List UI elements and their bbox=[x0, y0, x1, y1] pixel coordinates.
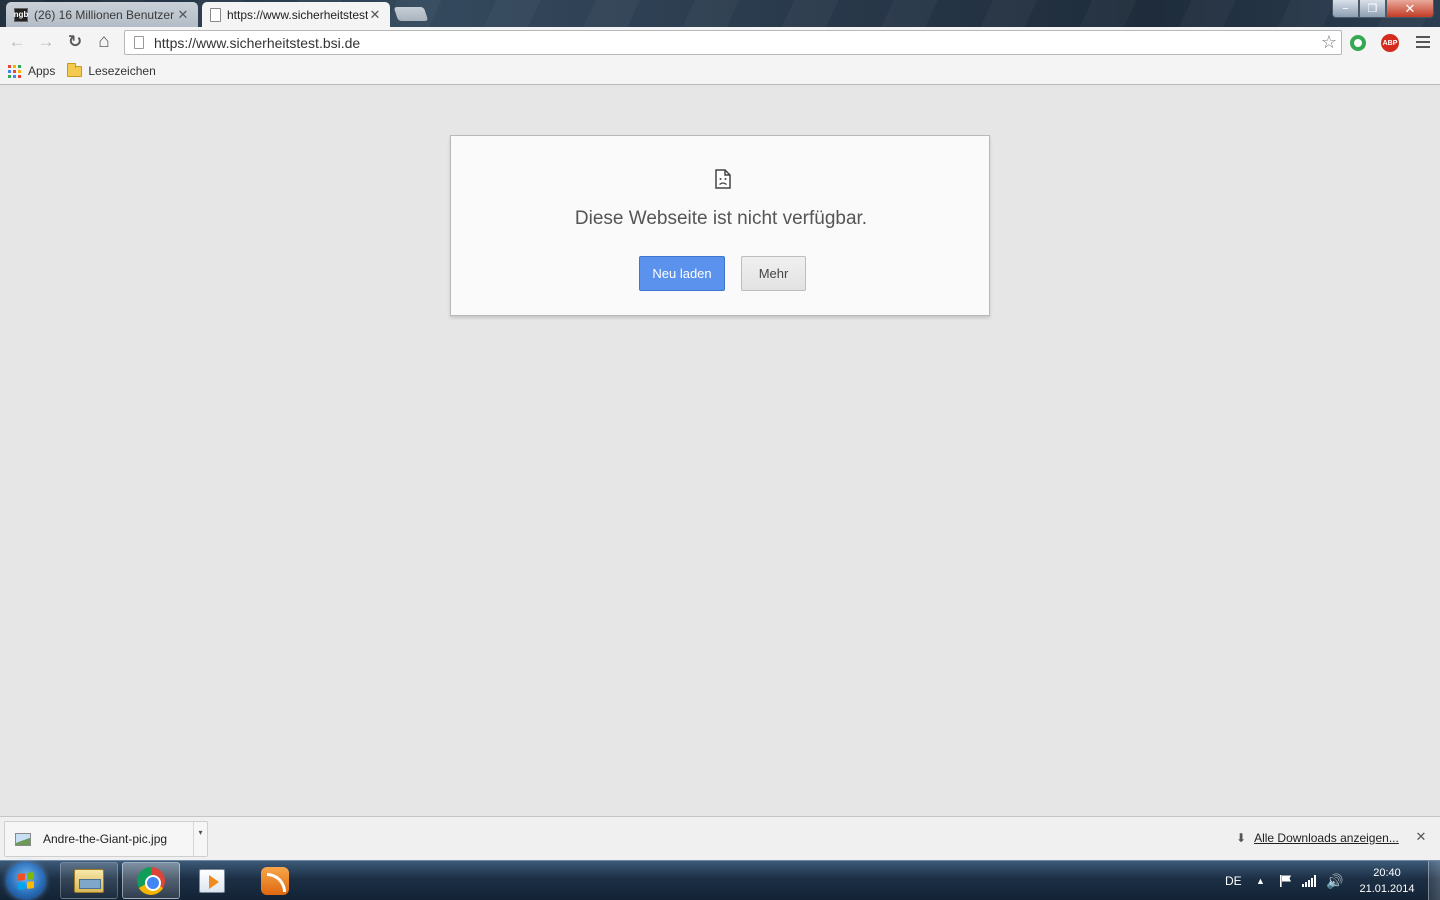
address-bar[interactable]: https://www.sicherheitstest.bsi.de ☆ bbox=[124, 30, 1342, 55]
minimize-button[interactable]: − bbox=[1332, 0, 1359, 18]
tab-ngb[interactable]: ngb (26) 16 Millionen Benutzer ✕ bbox=[6, 2, 198, 27]
back-button[interactable]: ← bbox=[6, 31, 28, 53]
bookmarks-bar: Apps Lesezeichen bbox=[0, 58, 1440, 85]
chrome-icon bbox=[137, 866, 165, 895]
bookmark-label: Apps bbox=[28, 64, 56, 78]
download-dropdown-icon[interactable]: ▾ bbox=[193, 822, 207, 856]
taskbar-rss-reader[interactable] bbox=[246, 862, 304, 899]
explorer-icon bbox=[74, 868, 104, 893]
bookmark-label: Lesezeichen bbox=[88, 64, 156, 78]
green-ring-extension-icon[interactable] bbox=[1350, 35, 1366, 51]
tab-title: https://www.sicherheitstest.bsi.de bbox=[227, 7, 368, 22]
show-hidden-icons-icon[interactable]: ▲ bbox=[1256, 861, 1265, 900]
chrome-menu-icon[interactable] bbox=[1416, 35, 1430, 49]
window-controls: − ❐ ✕ bbox=[1332, 0, 1434, 18]
download-file-name: Andre-the-Giant-pic.jpg bbox=[43, 832, 168, 846]
windows-logo-icon bbox=[18, 872, 34, 890]
more-button[interactable]: Mehr bbox=[741, 256, 806, 291]
action-center-flag-icon[interactable] bbox=[1279, 874, 1293, 888]
browser-toolbar: ← → ↻ ⌂ https://www.sicherheitstest.bsi.… bbox=[0, 27, 1440, 58]
show-desktop-button[interactable] bbox=[1428, 861, 1440, 900]
url-text[interactable]: https://www.sicherheitstest.bsi.de bbox=[154, 35, 1317, 51]
reload-button[interactable]: ↻ bbox=[64, 31, 86, 53]
close-window-button[interactable]: ✕ bbox=[1386, 0, 1434, 18]
page-icon bbox=[210, 7, 221, 22]
error-message: Diese Webseite ist nicht verfügbar. bbox=[574, 208, 868, 229]
tab-sicherheitstest[interactable]: https://www.sicherheitstest.bsi.de ✕ bbox=[202, 2, 390, 27]
volume-icon[interactable]: 🔊 bbox=[1326, 861, 1343, 900]
language-indicator[interactable]: DE bbox=[1225, 861, 1242, 900]
taskbar-chrome[interactable] bbox=[122, 862, 180, 899]
download-item[interactable]: Andre-the-Giant-pic.jpg ▾ bbox=[4, 821, 208, 857]
bookmark-apps[interactable]: Apps bbox=[8, 64, 55, 78]
network-signal-icon[interactable] bbox=[1302, 875, 1318, 887]
close-shelf-icon[interactable]: ✕ bbox=[1414, 829, 1428, 844]
tab-close-icon[interactable]: ✕ bbox=[368, 7, 382, 23]
download-shelf: Andre-the-Giant-pic.jpg ▾ ⬇ Alle Downloa… bbox=[0, 816, 1440, 860]
tab-title: (26) 16 Millionen Benutzer bbox=[34, 7, 175, 22]
page-content: Diese Webseite ist nicht verfügbar. Neu … bbox=[0, 85, 1440, 816]
reload-page-button[interactable]: Neu laden bbox=[639, 256, 725, 291]
adblock-plus-icon[interactable]: ABP bbox=[1381, 34, 1399, 52]
page-icon bbox=[134, 36, 144, 49]
clock-time: 20:40 bbox=[1373, 867, 1401, 879]
tab-close-icon[interactable]: ✕ bbox=[176, 7, 190, 23]
show-all-downloads-link[interactable]: ⬇ Alle Downloads anzeigen... bbox=[1236, 831, 1399, 845]
bookmark-folder-lesezeichen[interactable]: Lesezeichen bbox=[67, 62, 156, 78]
ngb-favicon-icon: ngb bbox=[14, 7, 28, 22]
system-clock[interactable]: 20:40 21.01.2014 bbox=[1352, 861, 1422, 900]
start-button[interactable] bbox=[6, 862, 46, 900]
error-card: Diese Webseite ist nicht verfügbar. Neu … bbox=[450, 135, 990, 316]
apps-grid-icon bbox=[8, 64, 21, 78]
show-all-downloads-label: Alle Downloads anzeigen... bbox=[1254, 831, 1399, 845]
new-tab-button[interactable] bbox=[393, 7, 429, 21]
folder-icon bbox=[67, 62, 83, 77]
taskbar-media-player[interactable] bbox=[183, 862, 241, 899]
clock-date: 21.01.2014 bbox=[1359, 883, 1415, 895]
windows-taskbar: DE ▲ 🔊 20:40 21.01.2014 bbox=[0, 860, 1440, 900]
forward-button[interactable]: → bbox=[35, 31, 57, 53]
sad-page-icon bbox=[715, 169, 731, 189]
rss-icon bbox=[261, 866, 289, 895]
bookmark-star-icon[interactable]: ☆ bbox=[1317, 32, 1341, 53]
home-button[interactable]: ⌂ bbox=[93, 31, 115, 53]
maximize-button[interactable]: ❐ bbox=[1359, 0, 1386, 18]
media-player-icon bbox=[199, 868, 225, 893]
image-file-icon bbox=[15, 832, 31, 846]
title-bar: ngb (26) 16 Millionen Benutzer ✕ https:/… bbox=[0, 0, 1440, 27]
download-arrow-icon: ⬇ bbox=[1236, 831, 1247, 845]
taskbar-explorer[interactable] bbox=[60, 862, 118, 899]
